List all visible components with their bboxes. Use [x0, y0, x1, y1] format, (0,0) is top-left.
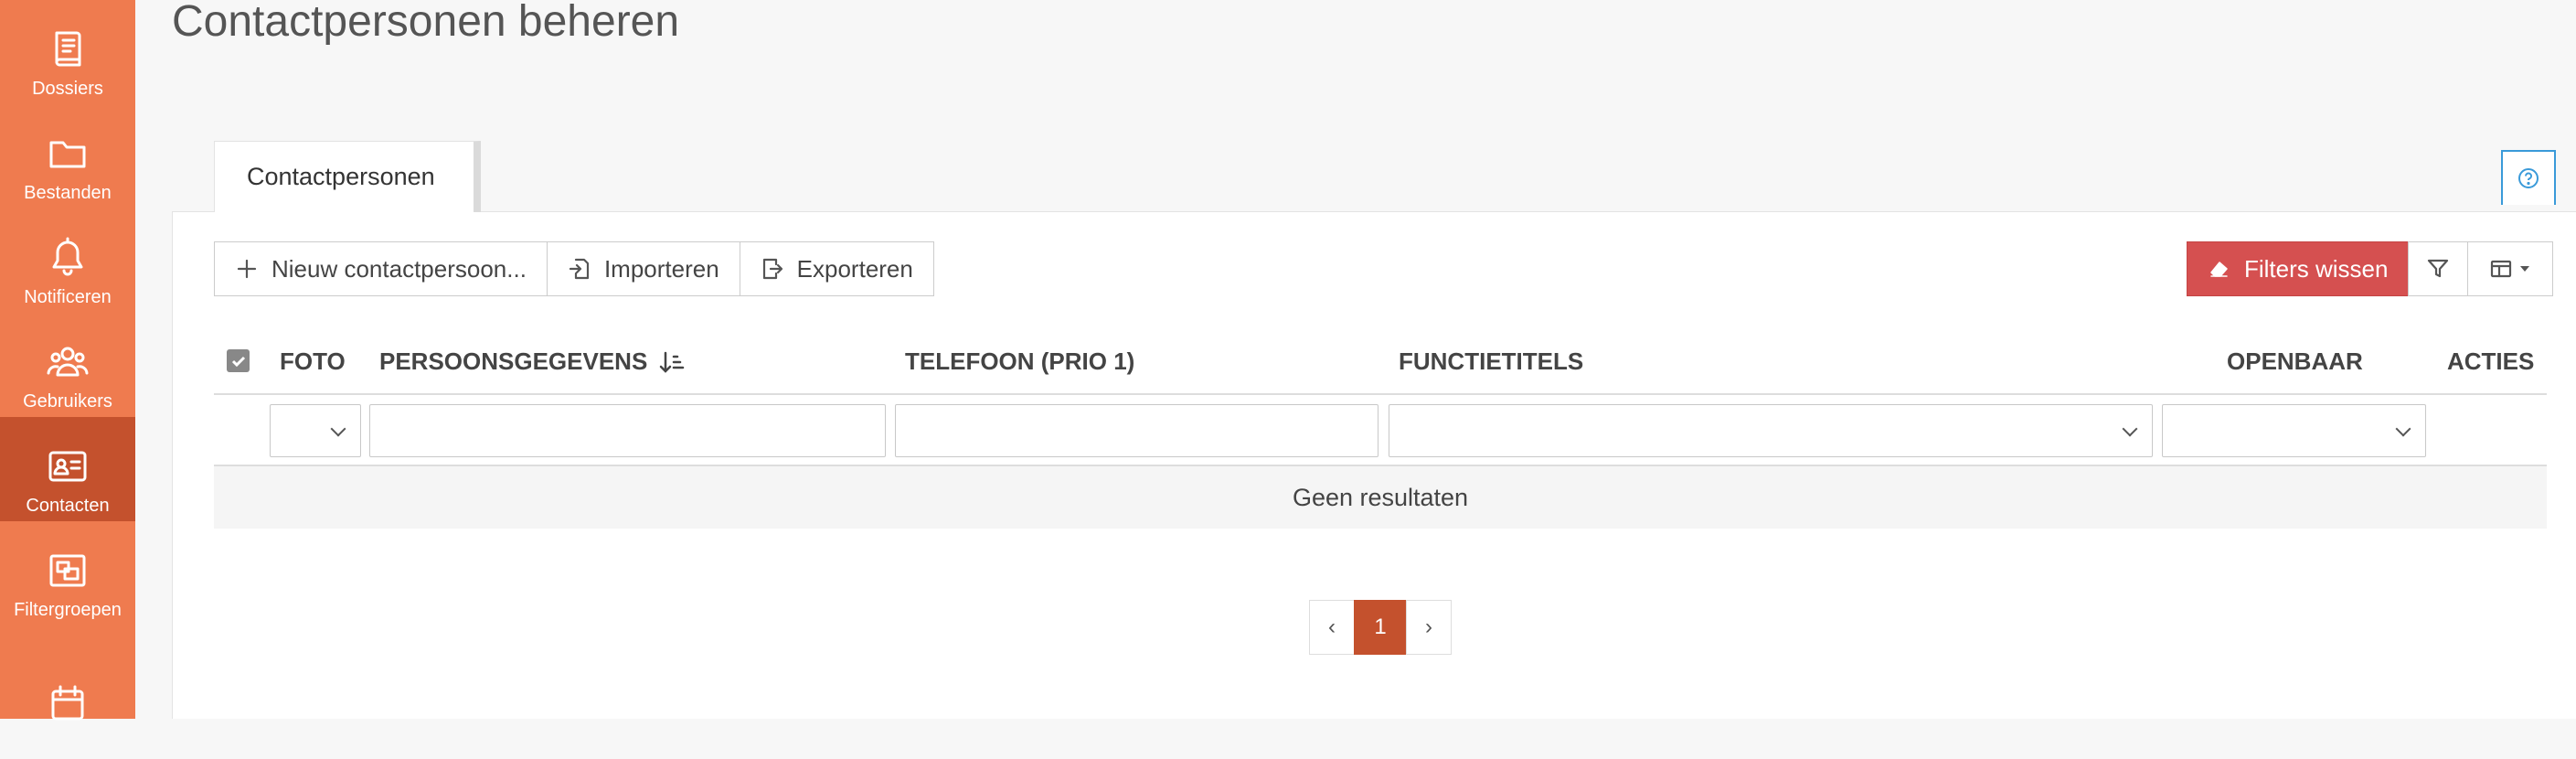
export-button[interactable]: Exporteren: [739, 241, 934, 296]
sidebar: Dossiers Bestanden Notificeren Gebruiker…: [0, 0, 135, 721]
sidebar-item-bestanden[interactable]: Bestanden: [0, 104, 135, 208]
users-icon: [47, 347, 89, 377]
column-header-foto[interactable]: FOTO: [280, 347, 346, 376]
bell-icon: [52, 237, 83, 276]
sidebar-item-filtergroepen[interactable]: Filtergroepen: [0, 521, 135, 625]
plus-icon: [237, 259, 257, 279]
sidebar-item-notificeren[interactable]: Notificeren: [0, 208, 135, 313]
import-icon: [569, 258, 590, 280]
sidebar-item-contacten[interactable]: Contacten: [0, 417, 135, 521]
column-header-label: PERSOONSGEGEVENS: [379, 347, 648, 375]
sidebar-item-label: Bestanden: [24, 183, 112, 203]
action-toolbar: Nieuw contactpersoon... Importeren Expor…: [214, 241, 934, 296]
column-header-functietitels[interactable]: FUNCTIETITELS: [1399, 347, 1583, 376]
export-label: Exporteren: [796, 254, 913, 283]
header-divider: [214, 393, 2547, 395]
select-all-checkbox[interactable]: [227, 349, 250, 372]
sidebar-item-label: Filtergroepen: [14, 600, 122, 620]
openbaar-filter-select[interactable]: [2162, 404, 2426, 457]
import-label: Importeren: [603, 254, 719, 283]
telefoon-filter-input[interactable]: [895, 404, 1378, 457]
export-icon: [762, 258, 782, 280]
functietitels-filter-select[interactable]: [1389, 404, 2153, 457]
next-page-button[interactable]: ›: [1406, 600, 1452, 655]
filter-icon: [2428, 259, 2449, 278]
eraser-icon: [2210, 262, 2228, 277]
column-header-acties: ACTIES: [2447, 347, 2535, 375]
sidebar-item-label: Dossiers: [32, 79, 103, 99]
tab-contactpersonen[interactable]: Contactpersonen: [214, 141, 481, 212]
filter-group-icon: [49, 554, 86, 587]
import-button[interactable]: Importeren: [546, 241, 740, 296]
column-header-openbaar[interactable]: OPENBAAR: [2227, 347, 2363, 376]
column-header-persoonsgegevens[interactable]: PERSOONSGEGEVENS: [379, 347, 686, 376]
clear-filters-label: Filters wissen: [2244, 254, 2389, 283]
book-icon: [55, 31, 81, 67]
filter-toolbar: Filters wissen: [2187, 241, 2554, 296]
sidebar-item-calendar[interactable]: [0, 655, 135, 759]
sidebar-item-label: Notificeren: [24, 287, 112, 307]
foto-filter-select[interactable]: [270, 404, 361, 457]
help-icon: [2518, 168, 2539, 188]
sidebar-item-label: Contacten: [26, 496, 110, 516]
contact-card-icon: [48, 451, 87, 482]
new-contact-label: Nieuw contactpersoon...: [271, 254, 527, 283]
caret-down-icon: [2520, 266, 2530, 272]
sidebar-item-label: Gebruikers: [23, 391, 112, 412]
columns-icon: [2491, 260, 2512, 278]
previous-page-button[interactable]: ‹: [1309, 600, 1355, 655]
column-toggle-button[interactable]: [2467, 241, 2554, 296]
filter-toggle-button[interactable]: [2408, 241, 2469, 296]
page-title: Contactpersonen beheren: [172, 0, 680, 46]
clear-filters-button[interactable]: Filters wissen: [2187, 241, 2410, 296]
sidebar-item-gebruikers[interactable]: Gebruikers: [0, 313, 135, 417]
column-header-telefoon[interactable]: TELEFOON (PRIO 1): [905, 347, 1134, 376]
sidebar-item-dossiers[interactable]: Dossiers: [0, 0, 135, 104]
folder-icon: [49, 141, 86, 168]
sort-ascending-icon: [660, 351, 685, 373]
check-icon: [231, 356, 245, 367]
empty-results-row: Geen resultaten: [214, 465, 2547, 529]
page-1-button[interactable]: 1: [1354, 600, 1407, 655]
calendar-icon: [51, 685, 84, 721]
pagination: ‹ 1 ›: [1309, 600, 1452, 655]
help-button[interactable]: [2501, 150, 2556, 205]
persoonsgegevens-filter-input[interactable]: [369, 404, 886, 457]
new-contact-button[interactable]: Nieuw contactpersoon...: [214, 241, 548, 296]
